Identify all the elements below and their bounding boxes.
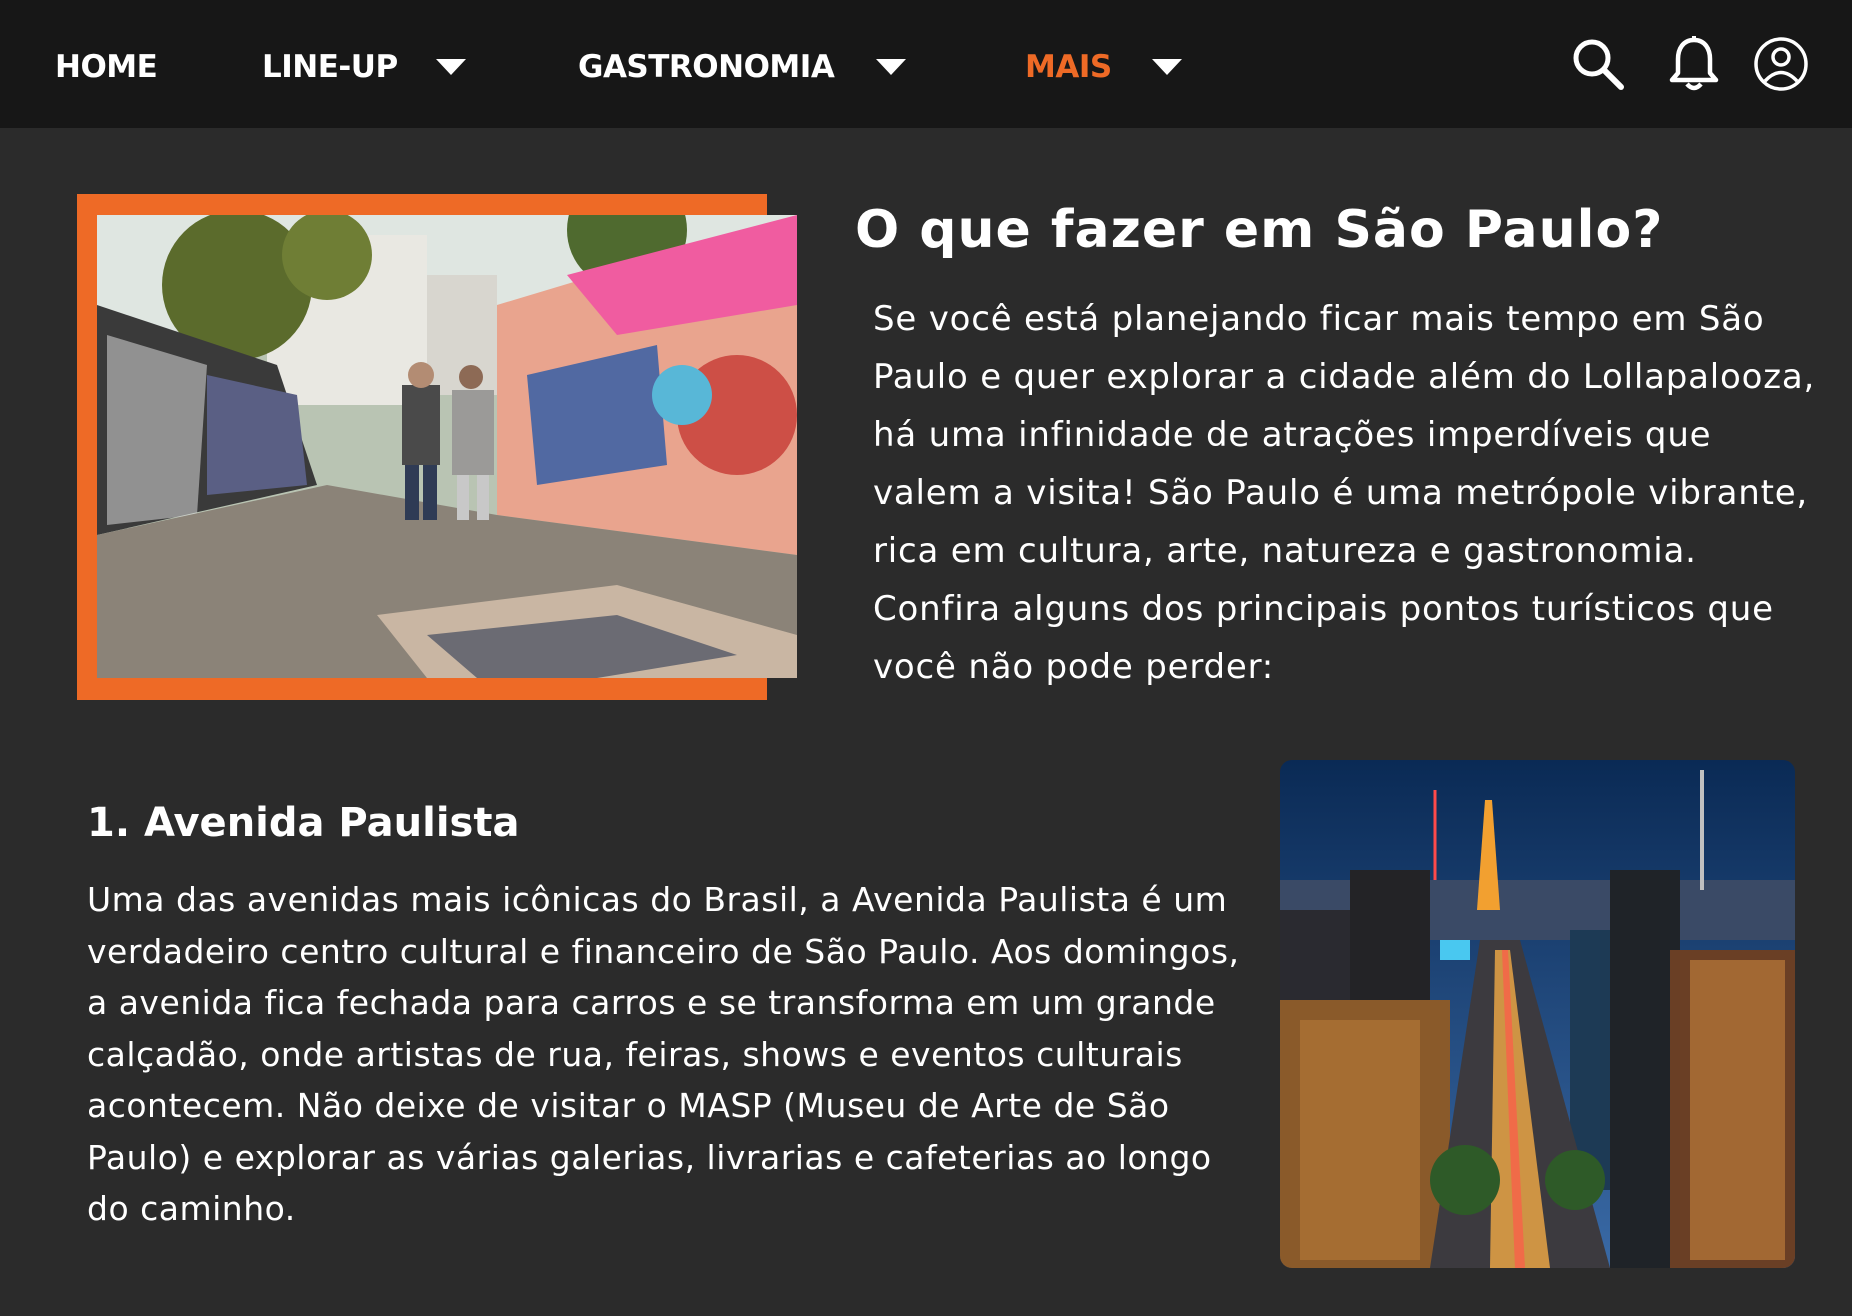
section-title: 1. Avenida Paulista	[87, 800, 520, 846]
page-title: O que fazer em São Paulo?	[855, 200, 1664, 260]
intro-paragraph: Se você está planejando ficar mais tempo…	[873, 299, 1816, 687]
nav-item-mais[interactable]: MAIS	[1025, 44, 1112, 90]
bell-icon[interactable]	[1664, 34, 1724, 94]
chevron-down-icon[interactable]	[1152, 59, 1182, 75]
search-icon[interactable]	[1568, 34, 1628, 94]
chevron-down-icon[interactable]	[876, 59, 906, 75]
user-icon[interactable]	[1751, 34, 1811, 94]
top-navigation-bar: HOME LINE-UP GASTRONOMIA MAIS	[0, 0, 1852, 128]
nav-item-home[interactable]: HOME	[55, 44, 158, 90]
chevron-down-icon[interactable]	[436, 59, 466, 75]
avenida-paulista-photo	[1280, 760, 1795, 1268]
nav-item-gastronomia[interactable]: GASTRONOMIA	[578, 44, 835, 90]
section-paragraph: Uma das avenidas mais icônicas do Brasil…	[87, 880, 1240, 1228]
nav-item-line-up[interactable]: LINE-UP	[262, 44, 398, 90]
street-art-photo	[97, 215, 797, 678]
